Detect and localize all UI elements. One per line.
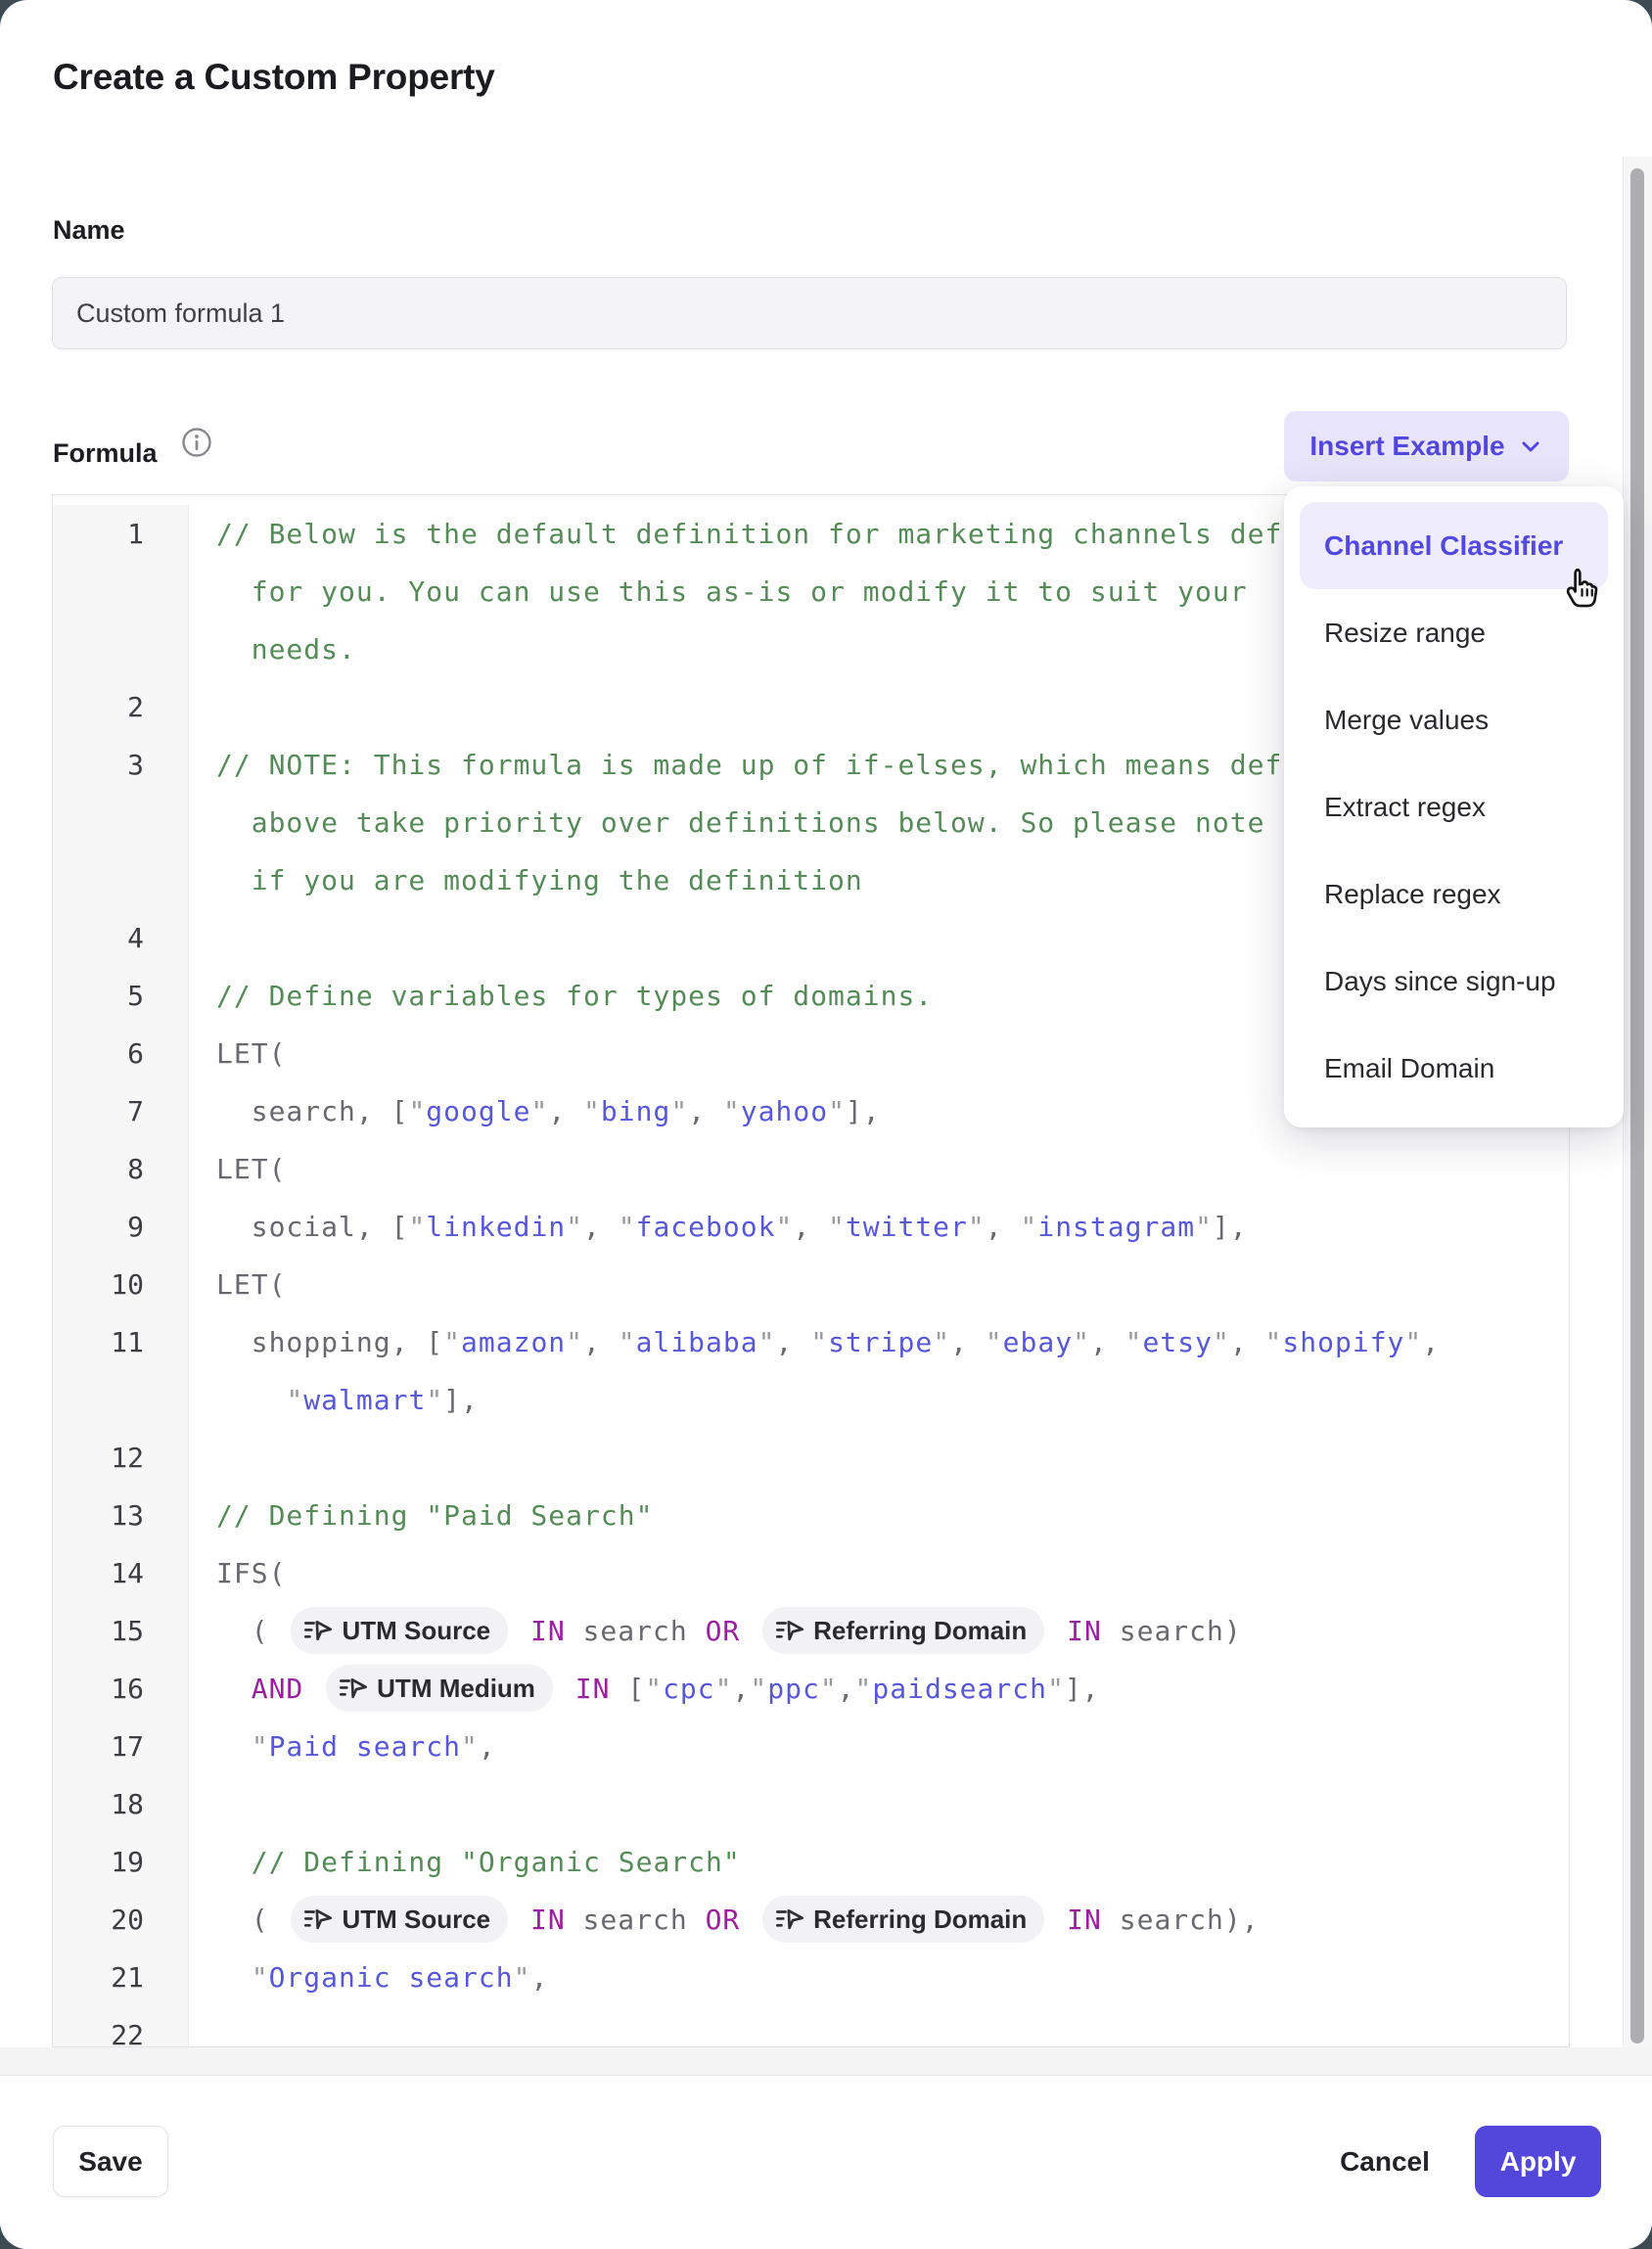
create-custom-property-modal: Create a Custom Property Name Formula In…	[0, 0, 1652, 2249]
code-line: 12	[53, 1429, 1569, 1487]
property-icon	[303, 1905, 333, 1933]
code-line: 14IFS(	[53, 1544, 1569, 1602]
line-number: 13	[53, 1487, 189, 1544]
code-line: 18	[53, 1775, 1569, 1833]
formula-label: Formula	[53, 438, 158, 469]
line-number: 16	[53, 1660, 189, 1718]
code-text: "walmart"],	[189, 1371, 1569, 1429]
apply-button[interactable]: Apply	[1475, 2126, 1601, 2197]
property-chip[interactable]: UTM Source	[291, 1607, 508, 1654]
line-number: 5	[53, 967, 189, 1025]
property-chip-label: Referring Domain	[813, 1602, 1027, 1660]
line-number: 14	[53, 1544, 189, 1602]
line-number	[53, 563, 189, 620]
line-number: 19	[53, 1833, 189, 1891]
line-number	[53, 1371, 189, 1429]
line-number: 20	[53, 1891, 189, 1949]
code-text: LET(	[189, 1256, 1569, 1313]
insert-example-button[interactable]: Insert Example	[1284, 411, 1569, 482]
line-number: 4	[53, 909, 189, 967]
code-line: 10LET(	[53, 1256, 1569, 1313]
line-number: 17	[53, 1718, 189, 1775]
dropdown-item-extract-regex[interactable]: Extract regex	[1300, 763, 1608, 850]
property-chip-label: UTM Medium	[377, 1660, 535, 1718]
hand-pointer-cursor	[1561, 566, 1604, 616]
property-icon	[775, 1617, 804, 1644]
code-line: 22	[53, 2006, 1569, 2047]
code-text: LET(	[189, 1140, 1569, 1198]
line-number: 1	[53, 505, 189, 563]
content-footer-divider	[0, 2047, 1652, 2076]
line-number: 21	[53, 1949, 189, 2006]
property-chip[interactable]: UTM Source	[291, 1896, 508, 1943]
code-text	[189, 1429, 1569, 1487]
property-chip[interactable]: Referring Domain	[762, 1607, 1044, 1654]
code-text: ( UTM Source IN search OR Referring Doma…	[189, 1891, 1569, 1949]
line-number: 12	[53, 1429, 189, 1487]
property-chip[interactable]: UTM Medium	[326, 1665, 553, 1712]
line-number	[53, 794, 189, 851]
line-number: 2	[53, 678, 189, 736]
code-text: "Paid search",	[189, 1718, 1569, 1775]
line-number: 6	[53, 1025, 189, 1082]
property-icon	[339, 1675, 368, 1702]
dropdown-item-days-since-sign-up[interactable]: Days since sign-up	[1300, 938, 1608, 1025]
insert-example-label: Insert Example	[1309, 431, 1504, 462]
dropdown-item-replace-regex[interactable]: Replace regex	[1300, 850, 1608, 938]
code-line: 13// Defining "Paid Search"	[53, 1487, 1569, 1544]
property-chip-label: UTM Source	[342, 1602, 490, 1660]
line-number: 22	[53, 2006, 189, 2047]
line-number: 10	[53, 1256, 189, 1313]
code-text: // Defining "Organic Search"	[189, 1833, 1569, 1891]
code-line: 17"Paid search",	[53, 1718, 1569, 1775]
code-text: ( UTM Source IN search OR Referring Doma…	[189, 1602, 1569, 1660]
line-number: 18	[53, 1775, 189, 1833]
code-line: "walmart"],	[53, 1371, 1569, 1429]
dropdown-item-merge-values[interactable]: Merge values	[1300, 676, 1608, 763]
code-line: 15( UTM Source IN search OR Referring Do…	[53, 1602, 1569, 1660]
code-line: 21"Organic search",	[53, 1949, 1569, 2006]
code-text: // Defining "Paid Search"	[189, 1487, 1569, 1544]
code-text: IFS(	[189, 1544, 1569, 1602]
page-title: Create a Custom Property	[53, 57, 495, 98]
line-number: 15	[53, 1602, 189, 1660]
footer: Save Cancel Apply	[0, 2076, 1652, 2249]
dropdown-item-email-domain[interactable]: Email Domain	[1300, 1025, 1608, 1112]
code-text: "Organic search",	[189, 1949, 1569, 2006]
line-number	[53, 851, 189, 909]
code-line: 19// Defining "Organic Search"	[53, 1833, 1569, 1891]
property-chip-label: UTM Source	[342, 1891, 490, 1949]
cancel-button[interactable]: Cancel	[1324, 2126, 1446, 2197]
name-input[interactable]	[52, 277, 1567, 349]
code-text	[189, 2006, 1569, 2047]
code-line: 8LET(	[53, 1140, 1569, 1198]
property-chip[interactable]: Referring Domain	[762, 1896, 1044, 1943]
code-line: 20( UTM Source IN search OR Referring Do…	[53, 1891, 1569, 1949]
name-label: Name	[53, 215, 125, 246]
code-text: social, ["linkedin", "facebook", "twitte…	[189, 1198, 1569, 1256]
code-text	[189, 1775, 1569, 1833]
code-text: AND UTM Medium IN ["cpc","ppc","paidsear…	[189, 1660, 1569, 1718]
property-icon	[775, 1905, 804, 1933]
property-chip-label: Referring Domain	[813, 1891, 1027, 1949]
code-line: 9social, ["linkedin", "facebook", "twitt…	[53, 1198, 1569, 1256]
chevron-down-icon	[1518, 434, 1543, 459]
property-icon	[303, 1617, 333, 1644]
code-line: 11shopping, ["amazon", "alibaba", "strip…	[53, 1313, 1569, 1371]
line-number: 3	[53, 736, 189, 794]
line-number: 9	[53, 1198, 189, 1256]
line-number: 8	[53, 1140, 189, 1198]
line-number	[53, 620, 189, 678]
code-line: 16AND UTM Medium IN ["cpc","ppc","paidse…	[53, 1660, 1569, 1718]
line-number: 11	[53, 1313, 189, 1371]
line-number: 7	[53, 1082, 189, 1140]
info-icon[interactable]	[181, 427, 212, 463]
code-text: shopping, ["amazon", "alibaba", "stripe"…	[189, 1313, 1569, 1371]
save-button[interactable]: Save	[53, 2126, 168, 2197]
modal-scrollbar-thumb[interactable]	[1630, 168, 1644, 2043]
